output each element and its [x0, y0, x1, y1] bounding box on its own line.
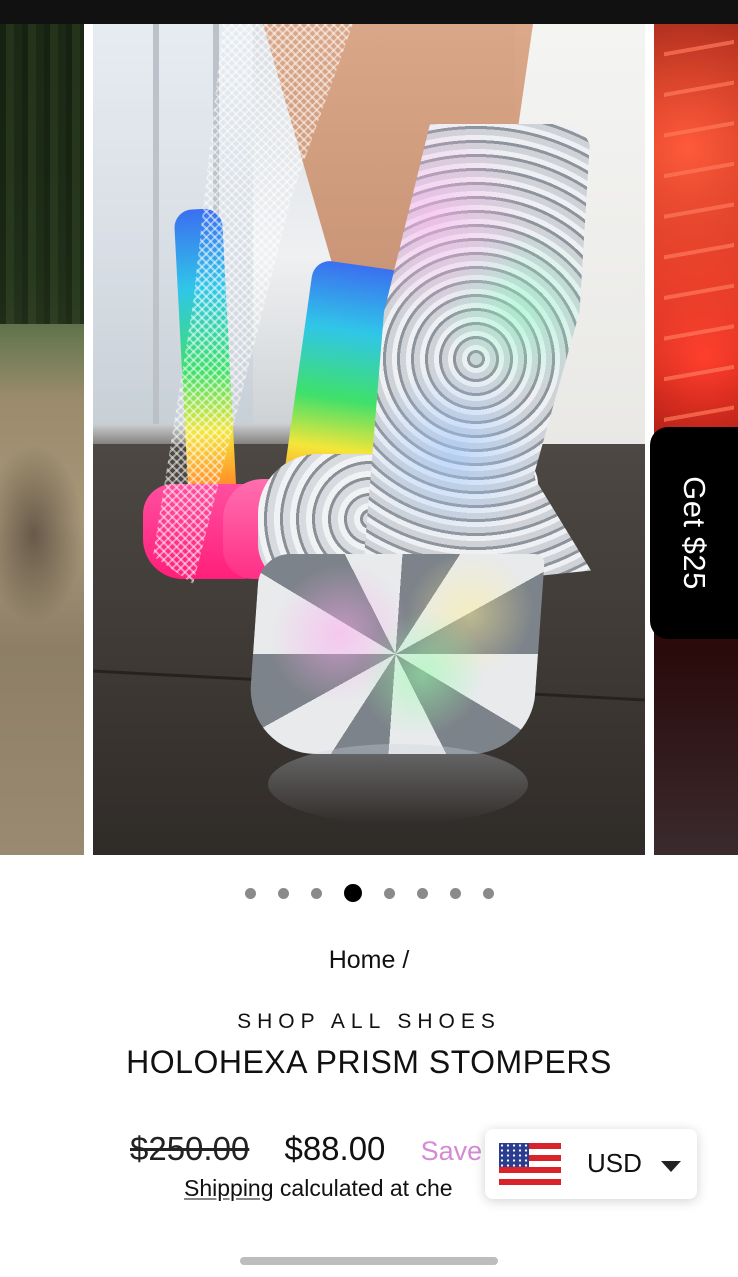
carousel-dot-active[interactable] [343, 884, 362, 902]
carousel-slide-current[interactable] [93, 24, 645, 855]
promo-label: Get $25 [677, 476, 712, 590]
price-row: $250.00 $88.00 Save [130, 1130, 482, 1174]
breadcrumb: Home / [0, 946, 738, 975]
collection-label[interactable]: SHOP ALL SHOES [0, 1010, 738, 1034]
chevron-down-icon [661, 1161, 681, 1172]
carousel-dot[interactable] [383, 887, 395, 899]
product-image-carousel[interactable] [0, 24, 738, 855]
holographic-boot-platform [246, 554, 545, 754]
carousel-dot[interactable] [244, 887, 256, 899]
breadcrumb-home-link[interactable]: Home [329, 946, 396, 974]
carousel-dot[interactable] [416, 887, 428, 899]
shipping-link[interactable]: Shipping [184, 1175, 274, 1201]
currency-code: USD [587, 1148, 642, 1178]
shipping-note: Shipping calculated at che [184, 1175, 453, 1202]
product-title: HOLOHEXA PRISM STOMPERS [126, 1044, 612, 1080]
carousel-slide-previous[interactable] [0, 24, 84, 855]
status-bar [0, 0, 738, 24]
save-badge: Save [420, 1136, 483, 1166]
us-flag-icon [499, 1143, 561, 1185]
currency-selector[interactable]: USD [485, 1129, 697, 1199]
carousel-dot[interactable] [449, 887, 461, 899]
carousel-dot[interactable] [482, 887, 494, 899]
breadcrumb-separator: / [402, 946, 410, 974]
shipping-text: calculated at che [279, 1175, 453, 1201]
sale-price: $88.00 [284, 1130, 386, 1167]
compare-at-price: $250.00 [130, 1130, 250, 1167]
carousel-dot[interactable] [277, 887, 289, 899]
carousel-dots [0, 882, 738, 904]
carousel-dot[interactable] [310, 887, 322, 899]
home-indicator[interactable] [240, 1257, 498, 1265]
get-25-promo-tab[interactable]: Get $25 [650, 427, 738, 639]
